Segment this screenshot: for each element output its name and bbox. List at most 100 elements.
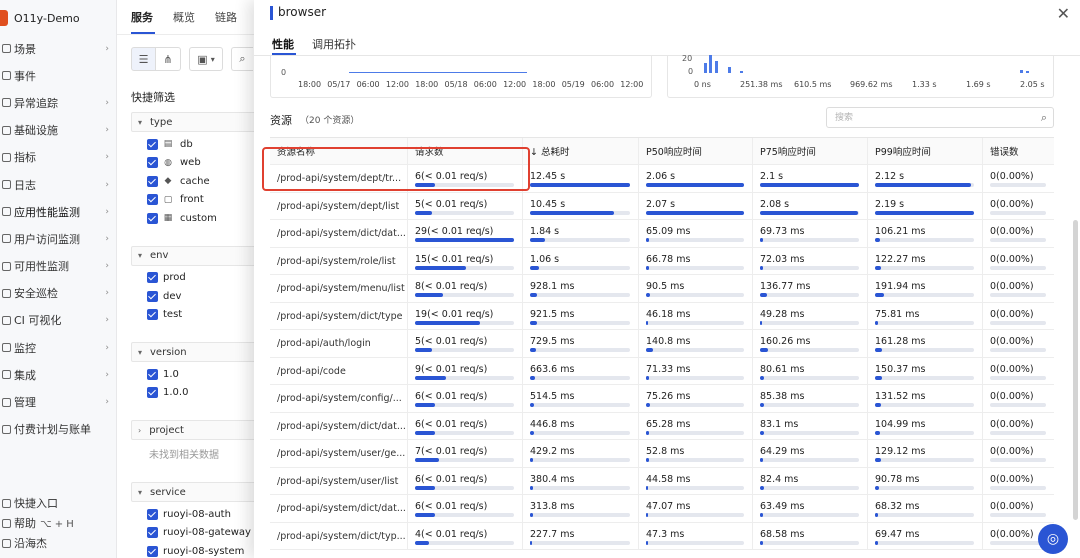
view-select-dropdown[interactable]: ▣ ▾	[189, 47, 223, 71]
filter-option[interactable]: prod	[131, 269, 257, 288]
table-row[interactable]: /prod-api/system/dict/dat... 29(< 0.01 re…	[270, 220, 1054, 248]
search-icon[interactable]: ⌕	[231, 47, 253, 71]
map-view-icon[interactable]: ⋔	[156, 47, 181, 71]
resource-name[interactable]: /prod-api/system/user/ge...	[277, 440, 407, 467]
metric-cell: 71.33 ms	[639, 357, 753, 384]
resource-name[interactable]: /prod-api/code	[277, 358, 407, 385]
filter-group-header[interactable]: ▾ type	[131, 112, 257, 132]
filter-option[interactable]: ◆ cache	[131, 172, 257, 191]
checkbox-checked-icon[interactable]	[147, 290, 158, 302]
column-header[interactable]: P75响应时间	[753, 138, 868, 164]
table-row[interactable]: /prod-api/system/menu/list 8(< 0.01 req/s…	[270, 275, 1054, 303]
table-row[interactable]: /prod-api/system/dict/dat... 6(< 0.01 req…	[270, 412, 1054, 440]
checkbox-checked-icon[interactable]	[147, 508, 158, 520]
tab-overview[interactable]: 概览	[173, 9, 195, 25]
table-row[interactable]: /prod-api/system/user/list 6(< 0.01 req/s…	[270, 467, 1054, 495]
nav-item[interactable]: 可用性监测 ›	[0, 253, 117, 280]
column-header[interactable]: P99响应时间	[868, 138, 983, 164]
checkbox-checked-icon[interactable]	[147, 387, 158, 399]
tab-traces[interactable]: 链路	[215, 9, 237, 25]
checkbox-checked-icon[interactable]	[147, 212, 158, 224]
column-header[interactable]: P50响应时间	[639, 138, 753, 164]
resource-name[interactable]: /prod-api/system/user/list	[277, 468, 407, 495]
column-header[interactable]: 错误数	[983, 138, 1054, 164]
column-header[interactable]: ↓ 总耗时	[523, 138, 639, 164]
workspace-header[interactable]: O11y-Demo	[0, 8, 80, 28]
table-row[interactable]: /prod-api/system/dict/dat... 6(< 0.01 req…	[270, 495, 1054, 523]
filter-option[interactable]: ruoyi-08-auth	[131, 505, 257, 524]
search-input[interactable]	[827, 108, 1017, 127]
table-row[interactable]: /prod-api/system/role/list 15(< 0.01 req/…	[270, 247, 1054, 275]
checkbox-checked-icon[interactable]	[147, 527, 158, 539]
resource-name[interactable]: /prod-api/system/dict/type	[277, 303, 407, 330]
filter-option[interactable]: ◍ web	[131, 154, 257, 173]
filter-option[interactable]: ruoyi-08-gateway	[131, 524, 257, 543]
nav-item[interactable]: 付费计划与账单	[0, 416, 117, 443]
resource-name[interactable]: /prod-api/system/dept/tr...	[277, 165, 407, 192]
list-view-icon[interactable]: ☰	[131, 47, 156, 71]
nav-item[interactable]: 安全巡检 ›	[0, 280, 117, 307]
resource-name[interactable]: /prod-api/auth/login	[277, 330, 407, 357]
nav-item[interactable]: 集成 ›	[0, 361, 117, 388]
table-row[interactable]: /prod-api/system/dept/list 5(< 0.01 req/s…	[270, 192, 1054, 220]
nav-item[interactable]: 监控 ›	[0, 334, 117, 361]
checkbox-checked-icon[interactable]	[147, 157, 158, 169]
tab-call-topology[interactable]: 调用拓扑	[312, 36, 356, 52]
nav-item[interactable]: 异常追踪 ›	[0, 89, 117, 116]
nav-item[interactable]: 管理 ›	[0, 388, 117, 415]
nav-item[interactable]: 场景 ›	[0, 35, 117, 62]
resource-name[interactable]: /prod-api/system/dict/dat...	[277, 220, 407, 247]
table-row[interactable]: /prod-api/system/user/ge... 7(< 0.01 req/…	[270, 440, 1054, 468]
table-row[interactable]: /prod-api/code 9(< 0.01 req/s) 663.6 ms 71.…	[270, 357, 1054, 385]
filter-group-header[interactable]: › project	[131, 420, 257, 440]
nav-item[interactable]: 基础设施 ›	[0, 117, 117, 144]
close-icon[interactable]: ✕	[1057, 4, 1070, 23]
filter-option[interactable]: dev	[131, 287, 257, 306]
filter-option[interactable]: ruoyi-08-system	[131, 542, 257, 558]
checkbox-checked-icon[interactable]	[147, 309, 158, 321]
nav-item[interactable]: 应用性能监测 ›	[0, 198, 117, 225]
table-row[interactable]: /prod-api/system/config/... 6(< 0.01 req/…	[270, 385, 1054, 413]
resource-name[interactable]: /prod-api/system/config/...	[277, 385, 407, 412]
tab-performance[interactable]: 性能	[272, 36, 294, 52]
checkbox-checked-icon[interactable]	[147, 368, 158, 380]
filter-option[interactable]: 1.0	[131, 365, 257, 384]
filter-option[interactable]: test	[131, 306, 257, 325]
search-icon[interactable]: ⌕	[1041, 111, 1047, 125]
resource-name[interactable]: /prod-api/system/dict/typ...	[277, 523, 407, 550]
filter-option[interactable]: 1.0.0	[131, 384, 257, 403]
filter-group-header[interactable]: ▾ env	[131, 245, 257, 266]
nav-item[interactable]: CI 可视化 ›	[0, 307, 117, 334]
nav-item[interactable]: 指标 ›	[0, 144, 117, 171]
table-row[interactable]: /prod-api/system/dict/type 19(< 0.01 req/…	[270, 302, 1054, 330]
filter-group-header[interactable]: ▾ service	[131, 482, 257, 502]
filter-option[interactable]: ▤ db	[131, 135, 257, 154]
nav-footer-item[interactable]: 快捷入口	[0, 493, 117, 513]
checkbox-checked-icon[interactable]	[147, 272, 158, 284]
nav-footer-item[interactable]: 帮助 ⌥ + H	[0, 513, 117, 533]
scrollbar[interactable]	[1073, 220, 1078, 520]
resource-name[interactable]: /prod-api/system/dict/dat...	[277, 413, 407, 440]
column-header[interactable]: 资源名称	[270, 138, 408, 164]
resource-name[interactable]: /prod-api/system/dict/dat...	[277, 495, 407, 522]
resource-name[interactable]: /prod-api/system/menu/list	[277, 275, 407, 302]
filter-option[interactable]: ▢ front	[131, 191, 257, 210]
tab-services[interactable]: 服务	[131, 9, 153, 25]
filter-option[interactable]: ▦ custom	[131, 209, 257, 228]
table-row[interactable]: /prod-api/auth/login 5(< 0.01 req/s) 729.5…	[270, 330, 1054, 358]
column-header[interactable]: 请求数	[408, 138, 523, 164]
assistant-icon[interactable]: ◎	[1038, 524, 1068, 554]
checkbox-checked-icon[interactable]	[147, 138, 158, 150]
checkbox-checked-icon[interactable]	[147, 194, 158, 206]
checkbox-checked-icon[interactable]	[147, 545, 158, 557]
table-row[interactable]: /prod-api/system/dept/tr... 6(< 0.01 req/…	[270, 165, 1054, 193]
nav-item[interactable]: 用户访问监测 ›	[0, 225, 117, 252]
resource-name[interactable]: /prod-api/system/role/list	[277, 248, 407, 275]
nav-footer-item[interactable]: 沿海杰	[0, 533, 117, 553]
table-row[interactable]: /prod-api/system/dict/typ... 4(< 0.01 req…	[270, 522, 1054, 550]
resource-name[interactable]: /prod-api/system/dept/list	[277, 193, 407, 220]
nav-item[interactable]: 日志 ›	[0, 171, 117, 198]
filter-group-header[interactable]: ▾ version	[131, 342, 257, 362]
checkbox-checked-icon[interactable]	[147, 175, 158, 187]
nav-item[interactable]: 事件	[0, 62, 117, 89]
